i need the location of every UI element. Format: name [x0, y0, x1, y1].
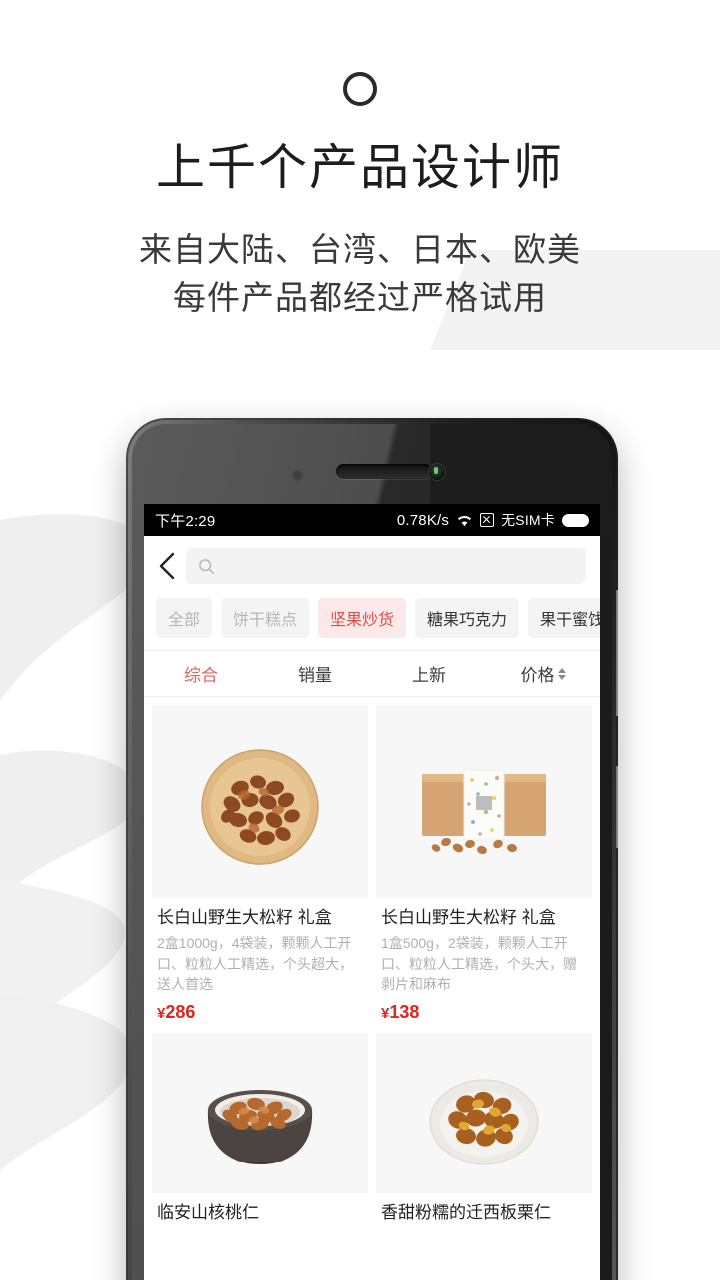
category-chip-dried-fruit[interactable]: 果干蜜饯 — [528, 598, 600, 638]
network-speed: 0.78K/s — [396, 511, 450, 529]
status-time: 下午2:29 — [155, 512, 216, 530]
sort-label: 综合 — [184, 666, 218, 685]
price-value: 286 — [165, 1002, 196, 1023]
phone-mockup: 下午2:29 0.78K/s 无SIM卡 全部 饼干糕点 坚果炒货 糖果巧克力 … — [126, 418, 618, 1280]
product-grid: 长白山野生大松籽 礼盒 2盒1000g，4袋装，颗颗人工开口、粒粒人工精选，个头… — [144, 697, 600, 1234]
product-title: 长白山野生大松籽 礼盒 — [381, 908, 556, 927]
sort-label: 销量 — [298, 666, 332, 685]
product-price: ¥138 — [381, 1002, 587, 1023]
product-image-gift-box — [376, 705, 592, 898]
product-card[interactable]: 长白山野生大松籽 礼盒 2盒1000g，4袋装，颗颗人工开口、粒粒人工精选，个头… — [152, 705, 368, 1028]
category-chip-biscuits[interactable]: 饼干糕点 — [221, 598, 310, 638]
product-image-pine-nuts-plate — [152, 705, 368, 898]
product-title: 长白山野生大松籽 礼盒 — [157, 908, 332, 927]
x-box-icon — [480, 513, 495, 527]
search-icon — [199, 558, 215, 574]
earpiece-speaker-icon — [336, 464, 432, 479]
price-value: 138 — [389, 1002, 420, 1023]
product-title: 临安山核桃仁 — [157, 1203, 259, 1223]
product-price: ¥286 — [157, 1002, 363, 1023]
sort-label: 上新 — [412, 666, 446, 685]
sort-tabs[interactable]: 综合 销量 上新 价格 — [144, 650, 600, 697]
sort-tab-comprehensive[interactable]: 综合 — [144, 661, 258, 686]
product-card[interactable]: 长白山野生大松籽 礼盒 1盒500g，2袋装，颗颗人工开口、粒粒人工精选，个头大… — [376, 705, 592, 1028]
product-column-right: 长白山野生大松籽 礼盒 1盒500g，2袋装，颗颗人工开口、粒粒人工精选，个头大… — [376, 705, 592, 1233]
sort-tab-newest[interactable]: 上新 — [372, 661, 486, 686]
promo-subtitle-line-1: 来自大陆、台湾、日本、欧美 — [139, 231, 581, 269]
category-chip-candy[interactable]: 糖果巧克力 — [415, 598, 520, 638]
category-chip-list[interactable]: 全部 饼干糕点 坚果炒货 糖果巧克力 果干蜜饯 — [144, 594, 600, 650]
phone-body: 下午2:29 0.78K/s 无SIM卡 全部 饼干糕点 坚果炒货 糖果巧克力 … — [126, 418, 618, 1280]
circle-ring-logo-icon — [343, 72, 377, 106]
product-image-walnut-bowl — [152, 1033, 368, 1194]
product-card[interactable]: 临安山核桃仁 — [152, 1033, 368, 1228]
sort-tab-sales[interactable]: 销量 — [258, 661, 372, 686]
sort-tab-price[interactable]: 价格 — [486, 661, 600, 686]
product-column-left: 长白山野生大松籽 礼盒 2盒1000g，4袋装，颗颗人工开口、粒粒人工精选，个头… — [152, 705, 368, 1233]
search-row — [144, 536, 600, 594]
sort-arrows-icon — [557, 667, 566, 680]
product-description: 2盒1000g，4袋装，颗颗人工开口、粒粒人工精选，个头超大，送人首选 — [157, 935, 353, 992]
sim-status: 无SIM卡 — [501, 512, 555, 528]
product-image-chestnut-plate — [376, 1033, 592, 1194]
page-title: 上千个产品设计师 — [155, 141, 564, 195]
search-box[interactable] — [186, 548, 586, 584]
back-chevron-icon[interactable] — [154, 551, 180, 581]
search-input[interactable] — [223, 557, 574, 575]
product-title: 香甜粉糯的迁西板栗仁 — [381, 1203, 551, 1223]
phone-face: 下午2:29 0.78K/s 无SIM卡 全部 饼干糕点 坚果炒货 糖果巧克力 … — [132, 424, 612, 1280]
proximity-sensor-icon — [292, 470, 303, 481]
power-button[interactable] — [616, 766, 618, 848]
app-content: 全部 饼干糕点 坚果炒货 糖果巧克力 果干蜜饯 综合 销量 上新 价格 长白山野… — [144, 536, 600, 1234]
status-bar: 下午2:29 0.78K/s 无SIM卡 — [144, 504, 600, 536]
promo-header: 上千个产品设计师 来自大陆、台湾、日本、欧美 每件产品都经过严格试用 — [0, 0, 720, 322]
phone-screen: 下午2:29 0.78K/s 无SIM卡 全部 饼干糕点 坚果炒货 糖果巧克力 … — [144, 504, 600, 1280]
sort-label: 价格 — [520, 666, 555, 685]
camera-glint — [434, 467, 438, 474]
product-card[interactable]: 香甜粉糯的迁西板栗仁 — [376, 1033, 592, 1228]
product-description: 1盒500g，2袋装，颗颗人工开口、粒粒人工精选，个头大，赠剥片和麻布 — [381, 935, 577, 992]
volume-rocker-button[interactable] — [616, 590, 618, 716]
promo-subtitle-line-2: 每件产品都经过严格试用 — [173, 279, 547, 317]
battery-icon — [562, 513, 589, 527]
category-chip-all[interactable]: 全部 — [156, 598, 213, 638]
category-chip-nuts[interactable]: 坚果炒货 — [318, 598, 407, 638]
wifi-icon — [457, 515, 472, 526]
